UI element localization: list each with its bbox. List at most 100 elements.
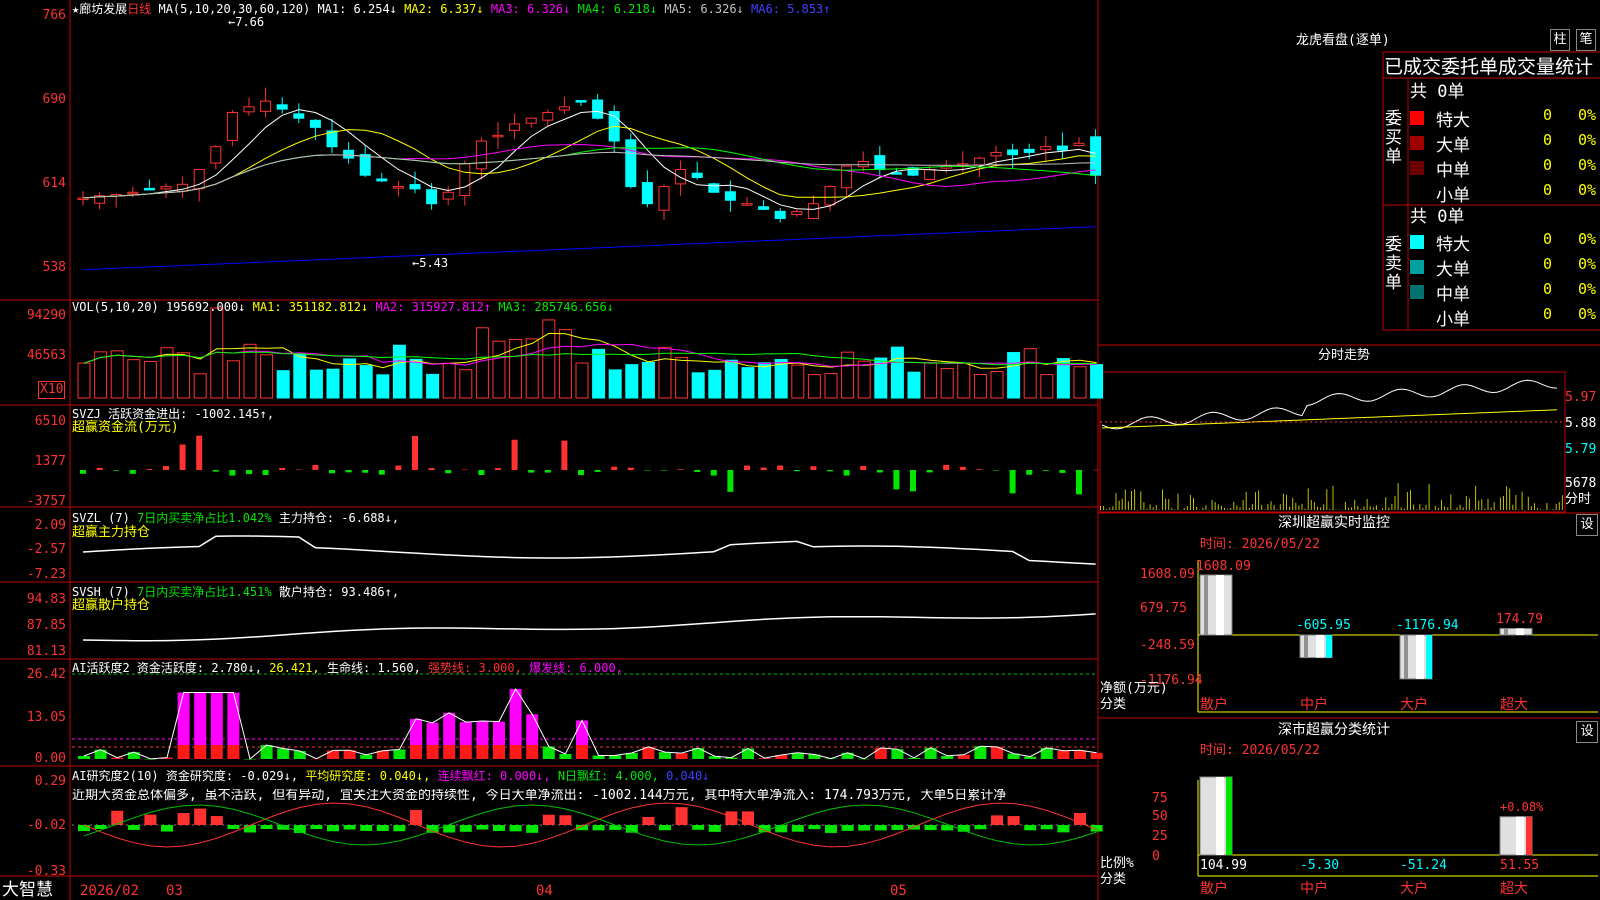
ai-act-bar [493,721,505,745]
fenshi-vol-bar [1177,493,1179,510]
ai-act-base [526,745,539,759]
svzj-bar [561,440,568,470]
sz-monitor-bar-hi [1216,575,1224,635]
fenshi-vol-bar [1558,502,1560,510]
ai-act-bar [476,720,489,745]
ma6-value: MA6: 5.853↑ [751,2,831,16]
ai-act-b: 26.421, [269,661,320,675]
candle-body [160,186,172,190]
volume-bar [143,361,157,399]
volume-bar [392,344,406,399]
svsh-line [82,613,1096,642]
svzj-bar [163,465,169,470]
candle-body [542,112,554,121]
svzj-bar [910,470,916,492]
stock-name: ★廊坊发展 [72,2,128,16]
svzl-line [82,535,1096,565]
ai-res-axis-3: -0.33 [26,864,66,879]
svzj-bar [412,435,418,470]
sz-monitor-bar-hi [1516,628,1524,635]
fenshi-vol-bar [1459,504,1461,510]
ai-res-bar [1024,825,1037,831]
fenshi-vol-bar [1230,508,1232,510]
volume-bar [525,338,539,399]
sz-monitor-bar-edge [1326,635,1332,658]
date-label-3: 04 [536,883,553,899]
volume-bar [791,364,805,399]
row-pct: 0% [1578,280,1597,298]
period-label[interactable]: 日线 [127,2,151,16]
svzj-bar [777,465,784,470]
date-label-1: 2026/02 [80,883,140,899]
sz-monitor-xlabel: 分类 [1100,697,1127,712]
buy-side-label: 委买单 [1385,109,1402,167]
swatch [1410,161,1424,175]
bar-mode-button[interactable]: 柱 [1550,29,1570,51]
ai-act-base [459,745,472,759]
high-mark: ←7.66 [228,15,265,29]
volume-bar [226,360,240,399]
fenshi-vol-bar [1465,495,1467,510]
fenshi-vol-bar [1137,509,1139,511]
fenshi-vol-bar [1323,504,1325,510]
ai-act-base [194,745,207,759]
fenshi-vol-bar [1431,509,1433,511]
fenshi-vol-bar [1313,502,1315,510]
svzj-bar [345,470,352,473]
candle-body [359,154,371,176]
low-value: 5.43 [419,256,449,270]
svzj-bar [1026,470,1033,475]
volume-bar [177,352,191,399]
fenshi-vol-bar [1180,509,1182,511]
sz-monitor-bar-hi [1316,635,1324,658]
ai-res-bar [310,825,323,830]
ai-res-bar [874,825,887,831]
candle-body [791,211,803,216]
svzj-bar [378,470,385,475]
sz-class-settings-button[interactable]: 设 [1576,721,1598,743]
svsh-line2: 超赢散户持仓 [72,598,151,613]
fenshi-vol-bar [1211,499,1213,510]
fenshi-vol-bar [1227,509,1229,510]
ai-act-base [410,745,422,759]
fenshi-vol-label: 分时 [1565,492,1592,507]
volume-bar [924,362,938,399]
fenshi-vol-bar [1165,498,1167,510]
fenshi-vol-bar [1348,507,1349,510]
tick-mode-button[interactable]: 笔 [1576,29,1596,51]
svzj-bar [644,470,651,471]
fenshi-vol-bar [1527,496,1529,510]
sz-monitor-bar-shade [1304,635,1308,658]
candle-body [1040,146,1052,151]
row-name: 特大 [1436,235,1470,255]
ai-res-bar [791,825,804,832]
ai-act-base [426,745,439,759]
ai-act-base [609,755,622,759]
svzj-bar [1059,470,1066,473]
axis-tick: 0 [1152,849,1160,864]
svsh-hold: 散户持仓: 93.486↑, [278,585,400,599]
fenshi-vol-bar [1484,508,1486,510]
fenshi-vol-bar [1332,485,1334,510]
volume-bar [426,373,440,399]
sz-class-cat: 超大 [1500,881,1528,897]
ma4-value: MA4: 6.218↓ [577,2,658,16]
volume-bar [641,361,655,399]
fenshi-vol-bar [1149,504,1151,510]
sz-monitor-settings-button[interactable]: 设 [1576,514,1598,536]
ai-act-base [327,750,339,759]
sz-monitor-cat: 散户 [1200,697,1228,713]
candle-body [1056,145,1068,151]
ai-act-bar [177,692,190,745]
fenshi-vol-bar [1124,489,1126,510]
candle-body [293,113,305,119]
fenshi-vol-bar [1261,504,1263,510]
ai-act-a: 资金活跃度: 2.780↓, [136,661,262,675]
sz-monitor-bar-hi [1416,635,1424,679]
volume-bar [940,367,954,399]
volume-bar [1007,352,1021,399]
volume-bar [276,370,290,399]
volume-bar [890,346,904,399]
fenshi-vol-bar [1267,504,1269,510]
svzl-axis-3: -7.23 [26,567,66,582]
